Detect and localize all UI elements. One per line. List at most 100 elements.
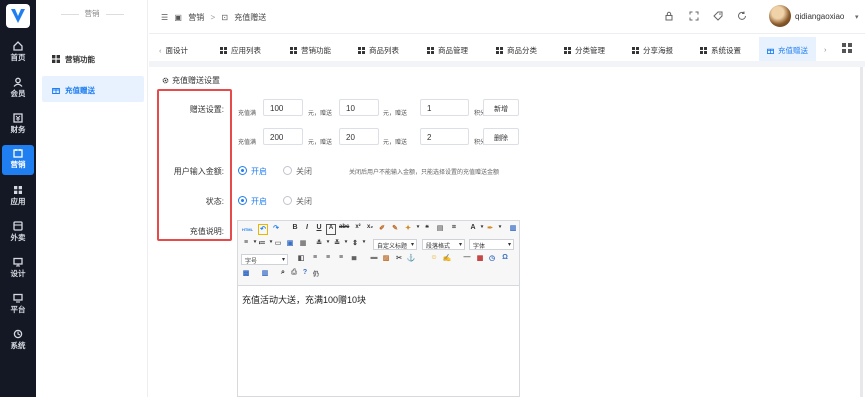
- pinyin-icon[interactable]: 仍: [311, 269, 321, 280]
- tabs-menu-icon[interactable]: [841, 42, 853, 54]
- align-justify-icon[interactable]: ≣: [349, 254, 359, 265]
- horizontal-rule-icon[interactable]: —: [462, 254, 472, 265]
- preview-icon[interactable]: ▥: [508, 224, 518, 235]
- rail-item-design[interactable]: 设计: [0, 254, 36, 284]
- clear-doc-icon[interactable]: ▣: [285, 239, 295, 250]
- underline-icon[interactable]: U: [314, 224, 324, 235]
- rail-item-takeout[interactable]: 外卖: [0, 218, 36, 248]
- subscript-icon[interactable]: x₂: [365, 224, 375, 235]
- align-center-icon[interactable]: ≡: [323, 254, 333, 265]
- font-border-icon[interactable]: A: [326, 224, 336, 235]
- superscript-icon[interactable]: x²: [353, 224, 363, 235]
- chevron-right-icon[interactable]: ›: [824, 37, 827, 61]
- avatar[interactable]: [769, 5, 791, 27]
- highlight-color-icon[interactable]: ✒: [485, 224, 495, 235]
- input-amount-off-radio[interactable]: [283, 166, 292, 175]
- rail-item-apps[interactable]: 应用: [0, 182, 36, 212]
- bold-icon[interactable]: B: [290, 224, 300, 235]
- lock-icon[interactable]: [664, 11, 674, 21]
- rail-item-member[interactable]: 会员: [0, 74, 36, 104]
- submenu-item-recharge-gift[interactable]: 充值赠送: [42, 76, 144, 102]
- rule-2-bonus-input[interactable]: 20: [339, 128, 379, 145]
- refresh-icon[interactable]: [737, 11, 747, 21]
- heading-select[interactable]: 自定义标题: [373, 239, 417, 250]
- time-icon[interactable]: ◷: [487, 254, 497, 265]
- input-amount-on-label[interactable]: 开启: [251, 166, 267, 177]
- paragraph-icon[interactable]: ▦: [298, 239, 308, 250]
- insert-frame-icon[interactable]: ▩: [241, 269, 251, 280]
- font-family-select[interactable]: 字体: [469, 239, 514, 250]
- align-right-icon[interactable]: ≡: [336, 254, 346, 265]
- template-icon[interactable]: ▥: [260, 269, 270, 280]
- status-off-radio[interactable]: [283, 196, 292, 205]
- status-on-radio[interactable]: [238, 196, 247, 205]
- tab-product-manage[interactable]: 商品管理: [427, 37, 468, 61]
- scrollbar[interactable]: [860, 67, 863, 397]
- eraser-icon[interactable]: ✐: [377, 224, 387, 235]
- align-left-icon[interactable]: ≡: [310, 254, 320, 265]
- rail-item-home[interactable]: 首页: [0, 38, 36, 68]
- select-icon[interactable]: ▭: [273, 239, 283, 250]
- rule-1-points-input[interactable]: 1: [420, 99, 469, 116]
- special-char-icon[interactable]: Ω: [500, 254, 510, 265]
- tab-recharge-gift[interactable]: 充值赠送: [759, 37, 816, 61]
- rule-2-points-input[interactable]: 2: [420, 128, 469, 145]
- breadcrumb-root[interactable]: 营销: [188, 13, 204, 22]
- editor-content[interactable]: 充值活动大送，充满100赠10块: [242, 293, 366, 306]
- username[interactable]: qidiangaoxiao: [795, 12, 844, 21]
- tab-category-manage[interactable]: 分类管理: [564, 37, 605, 61]
- tab-scroll-left[interactable]: ‹ 面设计: [159, 37, 188, 61]
- auto-format-icon[interactable]: ✦: [403, 224, 413, 235]
- add-rule-button[interactable]: 新增: [483, 99, 519, 116]
- anchor-icon[interactable]: ⚓: [406, 254, 416, 265]
- delete-rule-button[interactable]: 删除: [483, 128, 519, 145]
- rule-2-amount-input[interactable]: 200: [263, 128, 303, 145]
- emotion-icon[interactable]: ☺: [429, 254, 439, 265]
- fullscreen-icon[interactable]: [689, 11, 699, 21]
- italic-icon[interactable]: I: [302, 224, 312, 235]
- rail-item-system[interactable]: 系统: [0, 326, 36, 356]
- select-all-icon[interactable]: ⌗: [449, 224, 459, 235]
- paste-text-icon[interactable]: ▤: [435, 224, 445, 235]
- rail-item-finance[interactable]: 财务: [0, 110, 36, 140]
- submenu-item-marketing-features[interactable]: 营销功能: [42, 45, 144, 71]
- help-icon[interactable]: ?: [300, 269, 310, 280]
- chevron-down-icon[interactable]: ▾: [495, 224, 505, 235]
- print-icon[interactable]: ⎙: [289, 269, 299, 280]
- date-icon[interactable]: ▦: [475, 254, 485, 265]
- tab-system-settings[interactable]: 系统设置: [700, 37, 741, 61]
- rail-item-marketing[interactable]: 营销: [2, 145, 34, 175]
- tab-product-list[interactable]: 商品列表: [358, 37, 399, 61]
- scrawl-icon[interactable]: ✍: [442, 254, 452, 265]
- rule-1-amount-input[interactable]: 100: [263, 99, 303, 116]
- html-source-icon[interactable]: HTML: [241, 224, 254, 235]
- text-direction-icon[interactable]: ◧: [296, 254, 306, 265]
- image-icon[interactable]: ▨: [381, 254, 391, 265]
- input-amount-off-label[interactable]: 关闭: [296, 166, 312, 177]
- font-size-select[interactable]: 字号: [241, 254, 288, 265]
- rule-1-bonus-input[interactable]: 10: [339, 99, 379, 116]
- tab-app-list[interactable]: 应用列表: [220, 37, 261, 61]
- collapse-menu-icon[interactable]: ☰: [161, 13, 168, 22]
- tab-share-poster[interactable]: 分享海报: [632, 37, 673, 61]
- chevron-down-icon[interactable]: ▾: [855, 13, 859, 21]
- rich-text-editor[interactable]: HTML ↶ ↷ B I U A abc x² x₂ ✐ ✎ ✦ ▾ ❝ ▤ ⌗: [237, 220, 520, 397]
- blockquote-icon[interactable]: ❝: [422, 224, 432, 235]
- input-amount-on-radio[interactable]: [238, 166, 247, 175]
- paragraph-format-select[interactable]: 段落格式: [422, 239, 465, 250]
- rail-item-platform[interactable]: 平台: [0, 290, 36, 320]
- redo-icon[interactable]: ↷: [271, 224, 281, 235]
- status-on-label[interactable]: 开启: [251, 196, 267, 207]
- tab-marketing-features[interactable]: 营销功能: [290, 37, 331, 61]
- tab-product-category[interactable]: 商品分类: [496, 37, 537, 61]
- undo-icon[interactable]: ↶: [258, 224, 268, 235]
- chevron-down-icon[interactable]: ▾: [359, 239, 369, 250]
- format-brush-icon[interactable]: ✎: [390, 224, 400, 235]
- search-replace-icon[interactable]: ⌕: [278, 269, 288, 280]
- unlink-icon[interactable]: ✂: [394, 254, 404, 265]
- chevron-left-icon[interactable]: ‹: [159, 46, 162, 55]
- strikethrough-icon[interactable]: abc: [339, 224, 349, 235]
- link-icon[interactable]: ▬: [369, 254, 379, 265]
- tag-icon[interactable]: [713, 11, 723, 21]
- status-off-label[interactable]: 关闭: [296, 196, 312, 207]
